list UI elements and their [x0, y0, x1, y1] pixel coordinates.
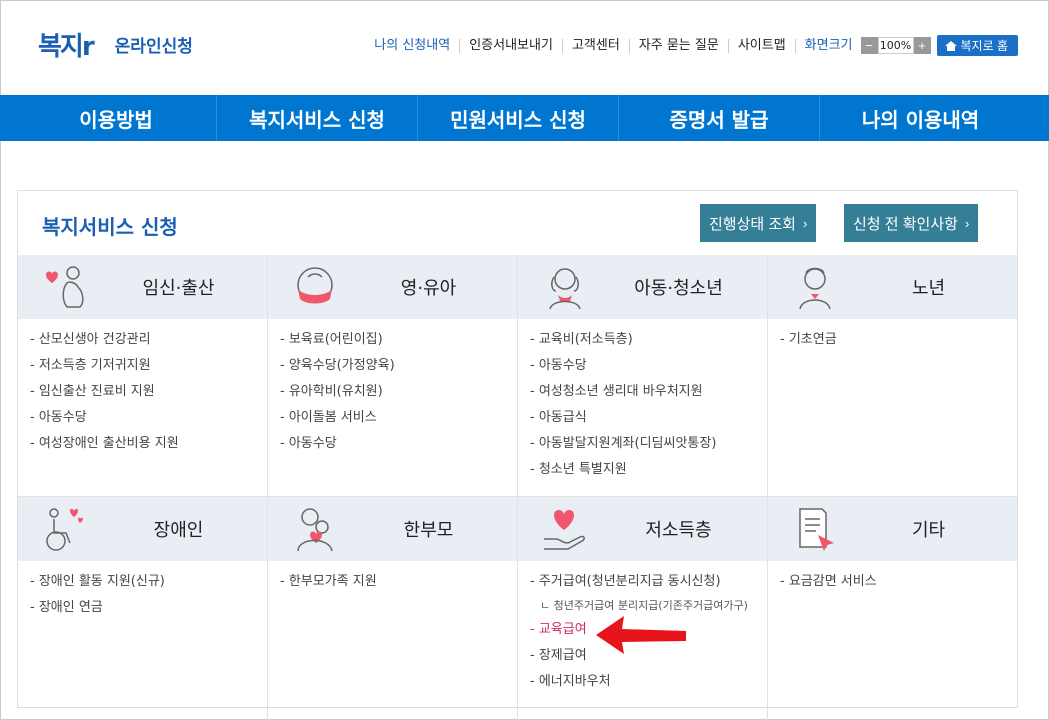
category-elderly: 노년 - 기초연금 [768, 255, 1017, 496]
chevron-right-icon: › [964, 215, 970, 231]
category-header[interactable]: 한부모 [268, 497, 517, 561]
list-item[interactable]: - 주거급여(청년분리지급 동시신청) [530, 569, 755, 595]
util-export-certificate[interactable]: 인증서내보내기 [459, 38, 562, 53]
chevron-right-icon: › [802, 215, 808, 231]
util-sitemap[interactable]: 사이트맵 [727, 38, 795, 53]
category-header[interactable]: 장애인 [18, 497, 267, 561]
baby-icon [297, 267, 333, 304]
zoom-label: 화면크기 [794, 38, 861, 53]
list-item[interactable]: - 아동급식 [530, 405, 755, 431]
list-item[interactable]: - 한부모가족 지원 [280, 569, 505, 595]
category-header[interactable]: 기타 [768, 497, 1017, 561]
child-icon [549, 268, 581, 310]
list-item[interactable]: - 양육수당(가정양육) [280, 353, 505, 379]
category-header[interactable]: 임신·출산 [18, 255, 267, 319]
zoom-in-button[interactable]: + [913, 37, 931, 54]
red-arrow-annotation [596, 616, 686, 654]
logo-subtitle: 온라인신청 [114, 37, 193, 57]
welfare-panel: 복지서비스 신청 진행상태 조회 › 신청 전 확인사항 › 임신·출산 - 산… [17, 190, 1018, 720]
zoom-out-button[interactable]: − [860, 37, 878, 54]
list-item[interactable]: - 아동발달지원계좌(디딤씨앗통장) [530, 431, 755, 457]
list-item[interactable]: - 보육료(어린이집) [280, 327, 505, 353]
category-list: - 한부모가족 지원 [268, 561, 517, 720]
category-list: - 산모신생아 건강관리 - 저소득층 기저귀지원 - 임신출산 진료비 지원 … [18, 319, 267, 496]
list-item[interactable]: - 여성청소년 생리대 바우처지원 [530, 379, 755, 405]
elderly-icon [799, 267, 831, 310]
category-youth: 아동·청소년 - 교육비(저소득층) - 아동수당 - 여성청소년 생리대 바우… [518, 255, 768, 496]
category-list: - 기초연금 [768, 319, 1017, 496]
list-item[interactable]: - 요금감면 서비스 [780, 569, 1005, 595]
category-grid: 임신·출산 - 산모신생아 건강관리 - 저소득층 기저귀지원 - 임신출산 진… [18, 255, 1017, 720]
utility-menu: 나의 신청내역 인증서내보내기 고객센터 자주 묻는 질문 사이트맵 화면크기 … [365, 35, 1018, 56]
home-icon [944, 40, 957, 51]
nav-certificate[interactable]: 증명서 발급 [619, 95, 820, 141]
nav-my-usage[interactable]: 나의 이용내역 [820, 95, 1021, 141]
nav-welfare-service[interactable]: 복지서비스 신청 [217, 95, 418, 141]
list-item[interactable]: - 저소득층 기저귀지원 [30, 353, 255, 379]
list-item[interactable]: - 청소년 특별지원 [530, 457, 755, 483]
panel-title: 복지서비스 신청 [42, 215, 178, 239]
list-item[interactable]: - 아동수당 [530, 353, 755, 379]
category-list: - 요금감면 서비스 [768, 561, 1017, 720]
category-other: 기타 - 요금감면 서비스 [768, 496, 1017, 720]
list-item[interactable]: - 기초연금 [780, 327, 1005, 353]
category-disabled: 장애인 - 장애인 활동 지원(신규) - 장애인 연금 [18, 496, 268, 720]
document-icon [799, 508, 834, 551]
list-item[interactable]: - 에너지바우처 [530, 669, 755, 695]
util-customer-center[interactable]: 고객센터 [561, 38, 629, 53]
list-item[interactable]: - 장애인 연금 [30, 595, 255, 621]
home-button[interactable]: 복지로 홈 [936, 35, 1018, 56]
category-pregnancy: 임신·출산 - 산모신생아 건강관리 - 저소득층 기저귀지원 - 임신출산 진… [18, 255, 268, 496]
site-logo[interactable]: 복지r 온라인신청 [38, 26, 193, 63]
status-check-button[interactable]: 진행상태 조회 › [700, 204, 817, 242]
pre-check-label: 신청 전 확인사항 [853, 215, 958, 233]
category-list: - 보육료(어린이집) - 양육수당(가정양육) - 유아학비(유치원) - 아… [268, 319, 517, 496]
util-my-applications[interactable]: 나의 신청내역 [365, 38, 459, 53]
single-parent-icon [297, 508, 333, 552]
category-header[interactable]: 영·유아 [268, 255, 517, 319]
category-header[interactable]: 저소득층 [518, 497, 767, 561]
wheelchair-icon [46, 508, 83, 551]
list-item[interactable]: - 장애인 활동 지원(신규) [30, 569, 255, 595]
category-low-income: 저소득층 - 주거급여(청년분리지급 동시신청) ㄴ 청년주거급여 분리지급(기… [518, 496, 768, 720]
main-nav: 이용방법 복지서비스 신청 민원서비스 신청 증명서 발급 나의 이용내역 [0, 95, 1049, 141]
pre-check-button[interactable]: 신청 전 확인사항 › [844, 204, 979, 242]
list-item[interactable]: - 교육비(저소득층) [530, 327, 755, 353]
category-list: - 장애인 활동 지원(신규) - 장애인 연금 [18, 561, 267, 720]
category-single-parent: 한부모 - 한부모가족 지원 [268, 496, 518, 720]
nav-how-to-use[interactable]: 이용방법 [16, 95, 217, 141]
status-check-label: 진행상태 조회 [709, 215, 796, 233]
list-item[interactable]: - 유아학비(유치원) [280, 379, 505, 405]
list-item[interactable]: - 아동수당 [30, 405, 255, 431]
zoom-value: 100% [877, 37, 914, 54]
home-button-label: 복지로 홈 [960, 39, 1009, 53]
list-item[interactable]: - 임신출산 진료비 지원 [30, 379, 255, 405]
list-item[interactable]: - 아동수당 [280, 431, 505, 457]
category-header[interactable]: 아동·청소년 [518, 255, 767, 319]
category-list: - 교육비(저소득층) - 아동수당 - 여성청소년 생리대 바우처지원 - 아… [518, 319, 767, 496]
nav-civil-service[interactable]: 민원서비스 신청 [418, 95, 619, 141]
category-infant: 영·유아 - 보육료(어린이집) - 양육수당(가정양육) - 유아학비(유치원… [268, 255, 518, 496]
logo-mark: 복지r [38, 32, 95, 62]
category-header[interactable]: 노년 [768, 255, 1017, 319]
heart-hand-icon [544, 509, 585, 550]
pregnancy-icon [46, 266, 84, 308]
list-item[interactable]: - 아이돌봄 서비스 [280, 405, 505, 431]
list-item[interactable]: - 여성장애인 출산비용 지원 [30, 431, 255, 457]
list-item[interactable]: - 산모신생아 건강관리 [30, 327, 255, 353]
site-header: 복지r 온라인신청 나의 신청내역 인증서내보내기 고객센터 자주 묻는 질문 … [0, 0, 1049, 95]
util-faq[interactable]: 자주 묻는 질문 [628, 38, 728, 53]
